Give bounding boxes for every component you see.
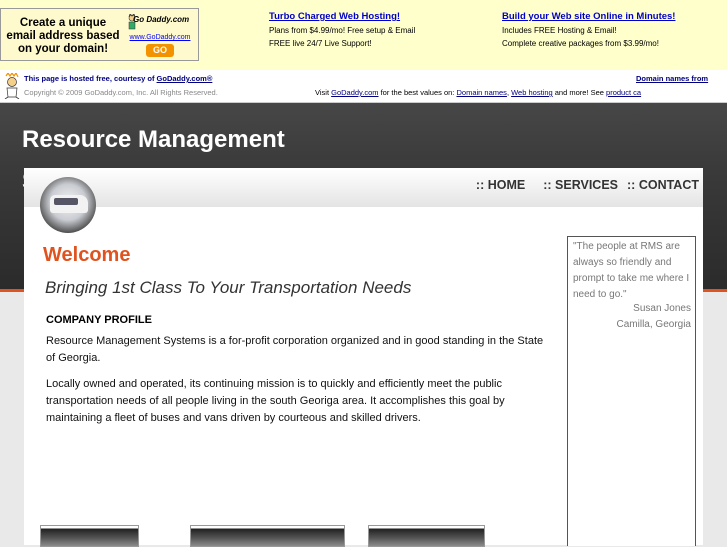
visit-text: for the best values on: bbox=[378, 88, 457, 97]
hosted-free-notice: This page is hosted free, courtesy of Go… bbox=[24, 74, 212, 83]
godaddy-url-link[interactable]: www.GoDaddy.com bbox=[125, 34, 195, 41]
testimonial-name: Susan Jones bbox=[633, 303, 691, 314]
go-button[interactable]: GO bbox=[146, 44, 174, 57]
web-hosting-link[interactable]: Web hosting bbox=[511, 88, 553, 97]
fleet-photo[interactable] bbox=[190, 525, 345, 547]
welcome-heading: Welcome bbox=[43, 244, 131, 266]
site-title: Resource Management Systems bbox=[22, 126, 285, 195]
godaddy-mascot-icon bbox=[4, 73, 20, 99]
fleet-photo[interactable] bbox=[368, 525, 485, 547]
promo-web-hosting-link[interactable]: Turbo Charged Web Hosting! bbox=[269, 10, 415, 24]
godaddy-wordmark: Go Daddy.com bbox=[133, 15, 190, 24]
profile-paragraph: Resource Management Systems is a for-pro… bbox=[46, 335, 544, 364]
company-profile-heading: COMPANY PROFILE bbox=[46, 314, 152, 326]
godaddy-link[interactable]: GoDaddy.com® bbox=[157, 74, 213, 83]
promo-web-hosting: Turbo Charged Web Hosting! Plans from $4… bbox=[269, 10, 415, 50]
visit-text: Visit bbox=[315, 88, 332, 97]
ad-box-text[interactable]: Create a unique email address based on y… bbox=[4, 17, 122, 56]
nav-bar: :: HOME:: SERVICES:: CONTACT bbox=[24, 168, 703, 207]
promo-line: Complete creative packages from $3.99/mo… bbox=[502, 39, 659, 48]
domain-names-link-2[interactable]: Domain names bbox=[456, 88, 506, 97]
testimonial-location: Camilla, Georgia bbox=[616, 319, 691, 330]
visit-godaddy-notice: Visit GoDaddy.com for the best values on… bbox=[315, 88, 641, 97]
van-logo-image bbox=[40, 177, 96, 233]
promo-line: Plans from $4.99/mo! Free setup & Email bbox=[269, 26, 416, 35]
content-panel: :: HOME:: SERVICES:: CONTACT Welcome Bri… bbox=[24, 168, 703, 547]
domain-names-link[interactable]: Domain names from bbox=[636, 74, 708, 83]
hosted-free-text: This page is hosted free, courtesy of bbox=[24, 74, 157, 83]
van-window bbox=[54, 198, 78, 205]
ad-banner: Create a unique email address based on y… bbox=[0, 0, 727, 70]
profile-paragraph: Locally owned and operated, its continui… bbox=[46, 378, 505, 424]
nav-home[interactable]: :: HOME bbox=[476, 178, 525, 192]
testimonial-box: "The people at RMS are always so friendl… bbox=[567, 236, 696, 546]
nav-contact[interactable]: :: CONTACT bbox=[627, 178, 699, 192]
promo-line: FREE live 24/7 Live Support! bbox=[269, 39, 372, 48]
godaddy-logo[interactable]: Go Daddy.com www.GoDaddy.com GO bbox=[125, 13, 195, 57]
nav-services[interactable]: :: SERVICES bbox=[543, 178, 618, 192]
godaddy-visit-link[interactable]: GoDaddy.com bbox=[331, 88, 378, 97]
promo-website-builder-link[interactable]: Build your Web site Online in Minutes! bbox=[502, 10, 675, 24]
godaddy-email-ad[interactable]: Create a unique email address based on y… bbox=[0, 8, 199, 61]
visit-text: and more! See bbox=[552, 88, 607, 97]
product-catalog-link[interactable]: product ca bbox=[606, 88, 641, 97]
promo-website-builder: Build your Web site Online in Minutes! I… bbox=[502, 10, 675, 50]
hosting-notice-bar: This page is hosted free, courtesy of Go… bbox=[0, 70, 727, 103]
tagline: Bringing 1st Class To Your Transportatio… bbox=[45, 278, 412, 297]
testimonial-quote: "The people at RMS are always so friendl… bbox=[573, 241, 690, 300]
fleet-photo[interactable] bbox=[40, 525, 139, 547]
promo-line: Includes FREE Hosting & Email! bbox=[502, 26, 617, 35]
main-nav: :: HOME:: SERVICES:: CONTACT bbox=[476, 178, 699, 192]
copyright-text: Copyright © 2009 GoDaddy.com, Inc. All R… bbox=[24, 88, 218, 97]
